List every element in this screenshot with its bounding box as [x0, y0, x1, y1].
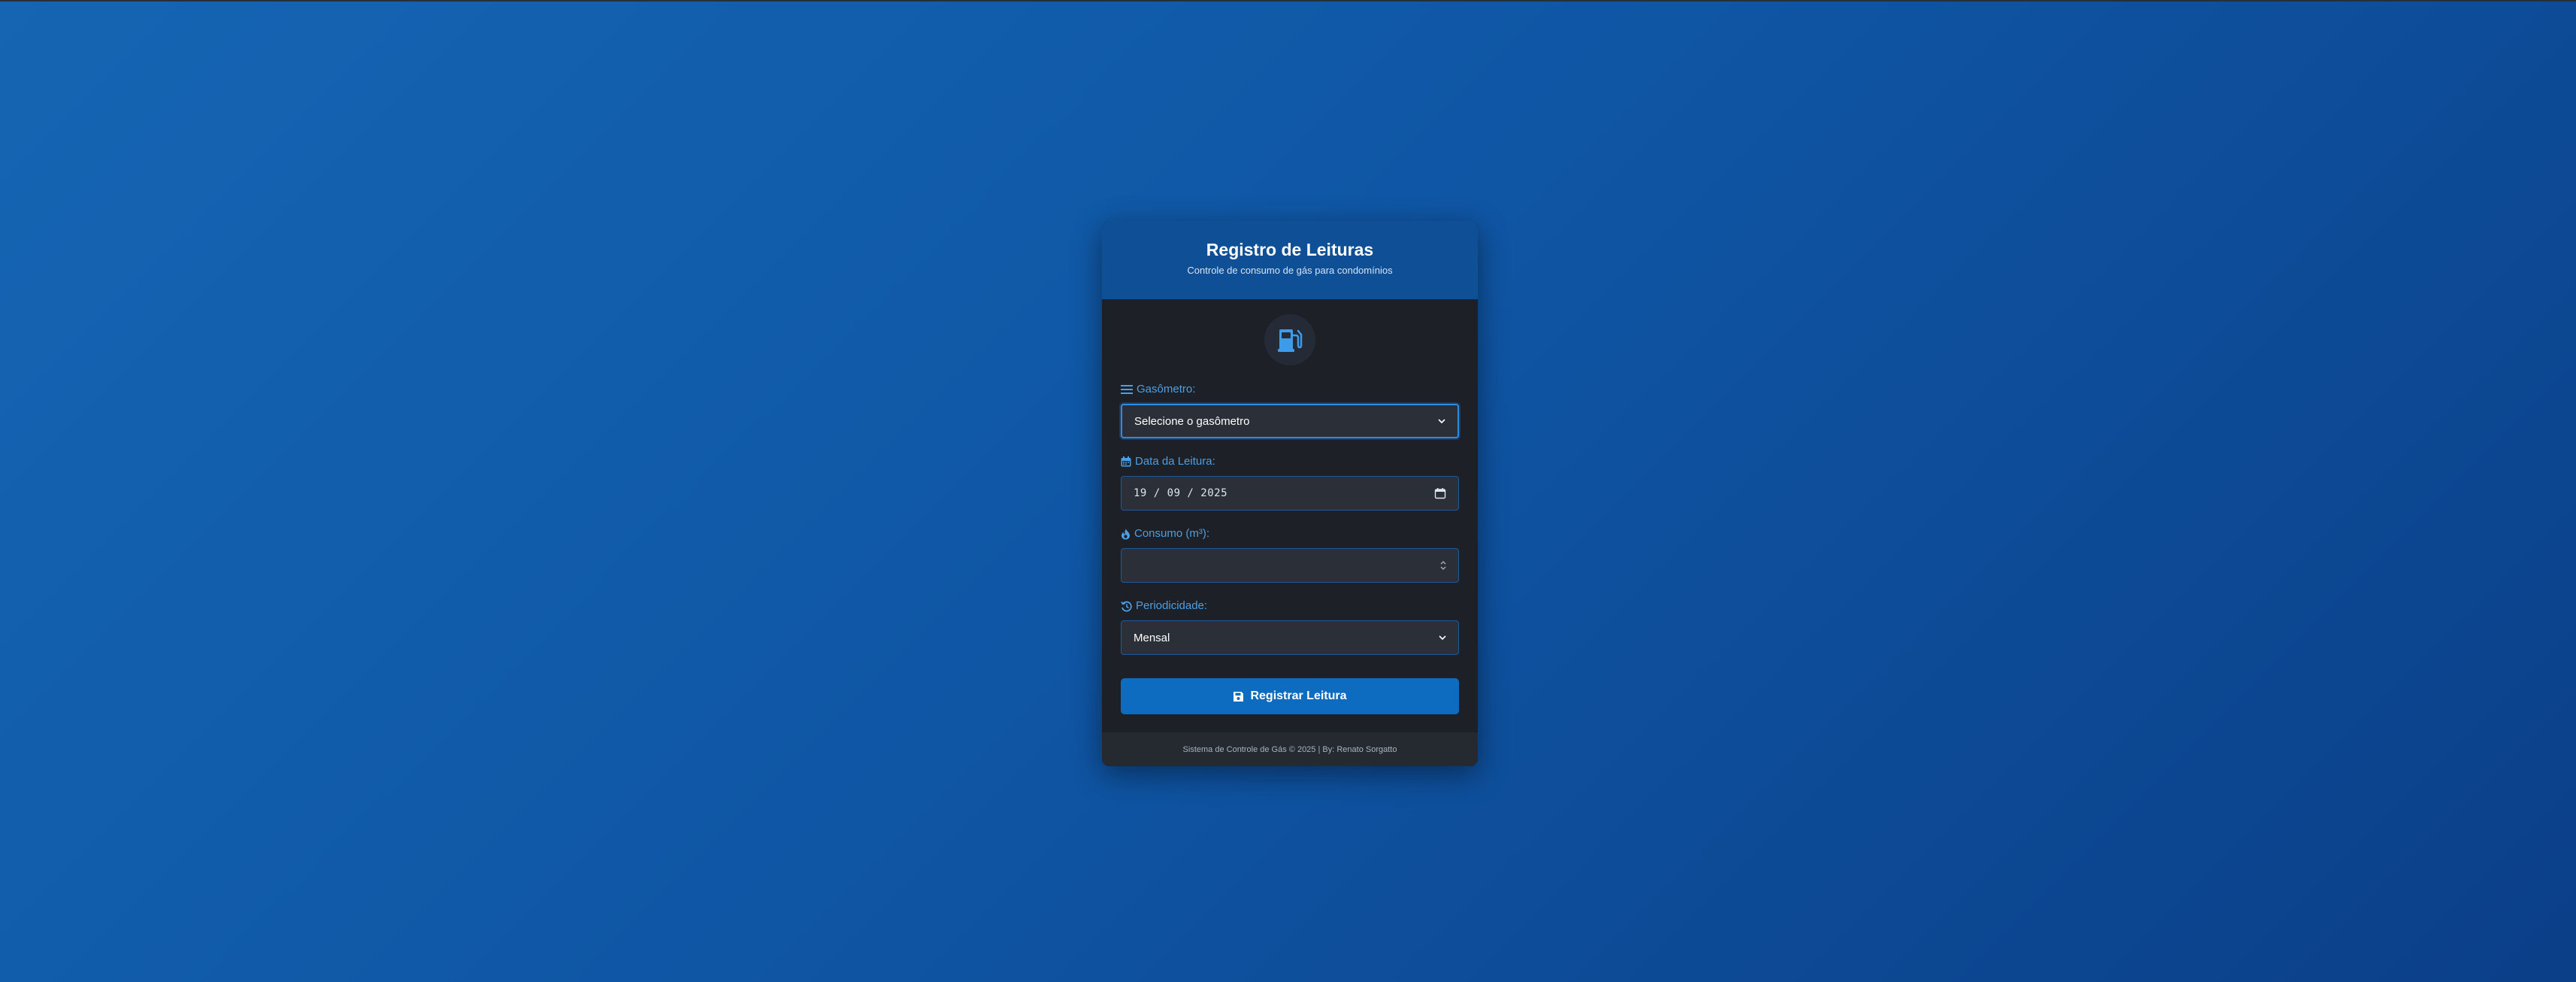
chevron-down-icon: [1439, 635, 1446, 641]
history-icon: [1121, 601, 1132, 611]
meter-select[interactable]: Selecione o gasômetro: [1121, 404, 1459, 438]
gas-pump-icon-badge: [1264, 314, 1315, 365]
consumption-label: Consumo (m³):: [1121, 527, 1209, 541]
period-select-value: Mensal: [1134, 631, 1170, 644]
period-select[interactable]: Mensal: [1121, 620, 1459, 655]
date-label-text: Data da Leitura:: [1135, 455, 1215, 468]
card-header: Registro de Leituras Controle de consumo…: [1102, 221, 1478, 299]
save-icon: [1234, 691, 1244, 702]
page-title: Registro de Leituras: [1206, 240, 1374, 259]
footer-text: Sistema de Controle de Gás © 2025 | By: …: [1182, 744, 1397, 754]
meter-label: Gasômetro:: [1121, 383, 1195, 396]
calendar-picker-icon[interactable]: [1434, 487, 1446, 499]
footer: Sistema de Controle de Gás © 2025 | By: …: [1102, 732, 1478, 766]
consumption-label-text: Consumo (m³):: [1134, 527, 1210, 540]
window-top-border: [0, 0, 2576, 2]
chevron-down-icon: [1438, 419, 1445, 424]
fire-icon: [1122, 529, 1130, 539]
period-label: Periodicidade:: [1121, 599, 1207, 613]
reading-date-input[interactable]: 19 / 09 / 2025: [1121, 476, 1459, 511]
reading-form-card: Registro de Leituras Controle de consumo…: [1102, 221, 1478, 766]
list-icon: [1121, 385, 1133, 394]
register-reading-button-label: Registrar Leitura: [1250, 690, 1347, 702]
gas-pump-icon: [1278, 329, 1303, 352]
register-reading-button[interactable]: Registrar Leitura: [1121, 678, 1459, 714]
period-label-text: Periodicidade:: [1136, 599, 1208, 612]
date-label: Data da Leitura:: [1121, 455, 1215, 468]
consumption-input[interactable]: [1121, 548, 1459, 583]
meter-select-value: Selecione o gasômetro: [1134, 414, 1250, 428]
calendar-icon: [1121, 456, 1131, 467]
number-stepper-icon[interactable]: [1440, 560, 1446, 571]
page-subtitle: Controle de consumo de gás para condomín…: [1187, 265, 1393, 276]
reading-date-value: 19 / 09 / 2025: [1134, 487, 1228, 499]
meter-label-text: Gasômetro:: [1137, 383, 1196, 396]
